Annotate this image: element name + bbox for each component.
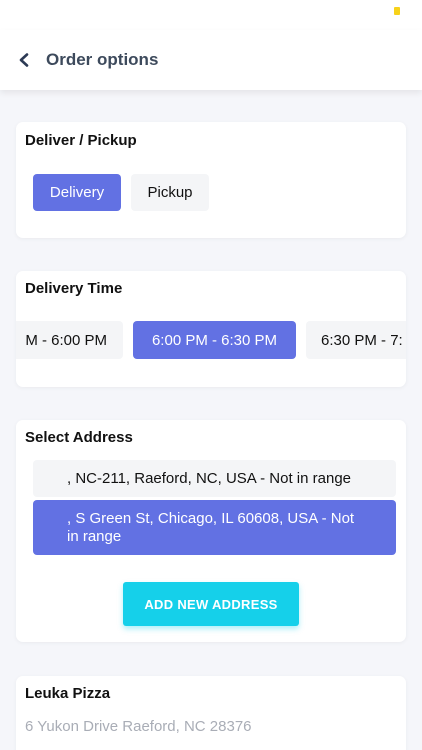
pickup-option-button[interactable]: Pickup: [131, 174, 209, 211]
deliver-pickup-title: Deliver / Pickup: [25, 132, 137, 149]
battery-icon: [394, 7, 400, 15]
time-slot-selected[interactable]: 6:00 PM - 6:30 PM: [133, 321, 296, 359]
store-card: Leuka Pizza 6 Yukon Drive Raeford, NC 28…: [16, 676, 406, 750]
delivery-option-button[interactable]: Delivery: [33, 174, 121, 211]
address-option-selected[interactable]: , S Green St, Chicago, IL 60608, USA - N…: [33, 500, 396, 555]
chevron-left-icon: [19, 53, 29, 67]
time-slot[interactable]: M - 6:00 PM: [16, 321, 123, 359]
deliver-pickup-card: Deliver / Pickup Delivery Pickup: [16, 122, 406, 238]
order-options-screen: Order options Deliver / Pickup Delivery …: [0, 0, 422, 750]
time-slot[interactable]: 6:30 PM - 7:: [306, 321, 406, 359]
back-button[interactable]: [0, 30, 46, 90]
page-title: Order options: [46, 50, 159, 69]
select-address-title: Select Address: [25, 429, 133, 446]
delivery-time-title: Delivery Time: [25, 280, 123, 297]
address-option[interactable]: , NC-211, Raeford, NC, USA - Not in rang…: [33, 460, 396, 497]
store-name: Leuka Pizza: [25, 685, 111, 702]
app-header: Order options: [0, 30, 422, 90]
status-bar: [0, 0, 422, 30]
select-address-card: Select Address , NC-211, Raeford, NC, US…: [16, 420, 406, 642]
delivery-time-card: Delivery Time M - 6:00 PM 6:00 PM - 6:30…: [16, 271, 406, 387]
time-slot-carousel[interactable]: M - 6:00 PM 6:00 PM - 6:30 PM 6:30 PM - …: [16, 321, 406, 361]
add-new-address-button[interactable]: ADD NEW ADDRESS: [123, 582, 299, 626]
store-address: 6 Yukon Drive Raeford, NC 28376: [25, 718, 252, 735]
